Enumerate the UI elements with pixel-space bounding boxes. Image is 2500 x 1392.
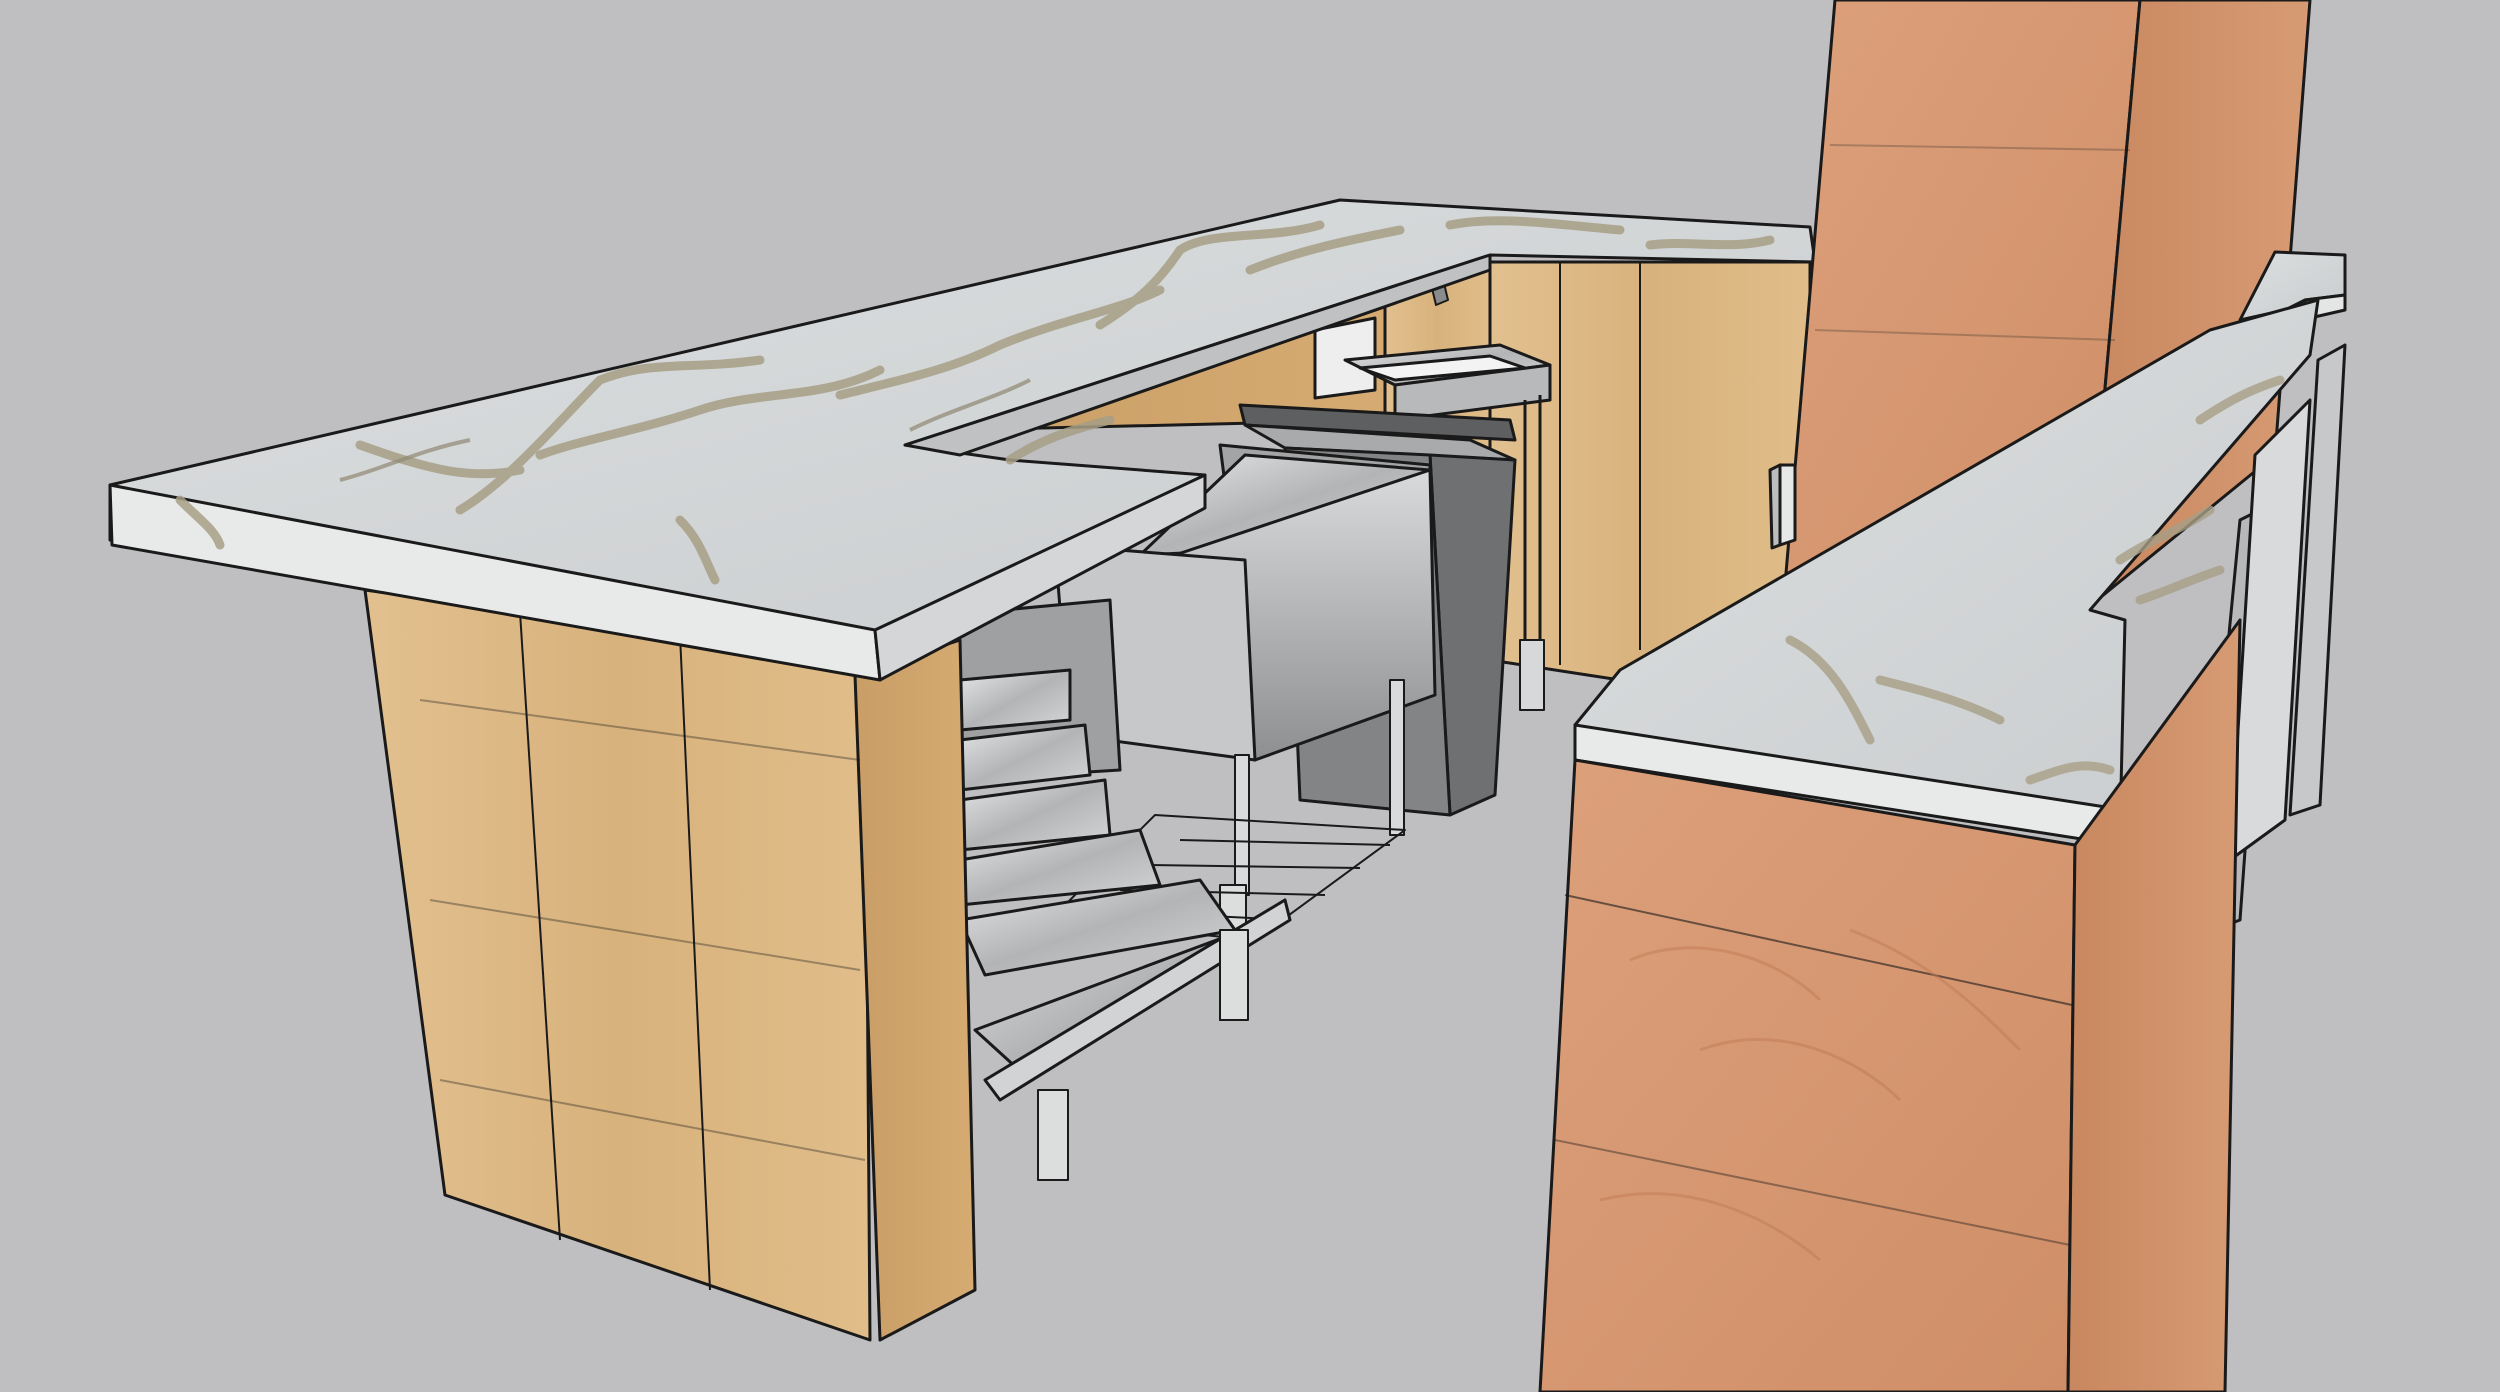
3d-model-viewport[interactable] — [0, 0, 2500, 1392]
back-wall-panel — [1768, 463, 1797, 550]
